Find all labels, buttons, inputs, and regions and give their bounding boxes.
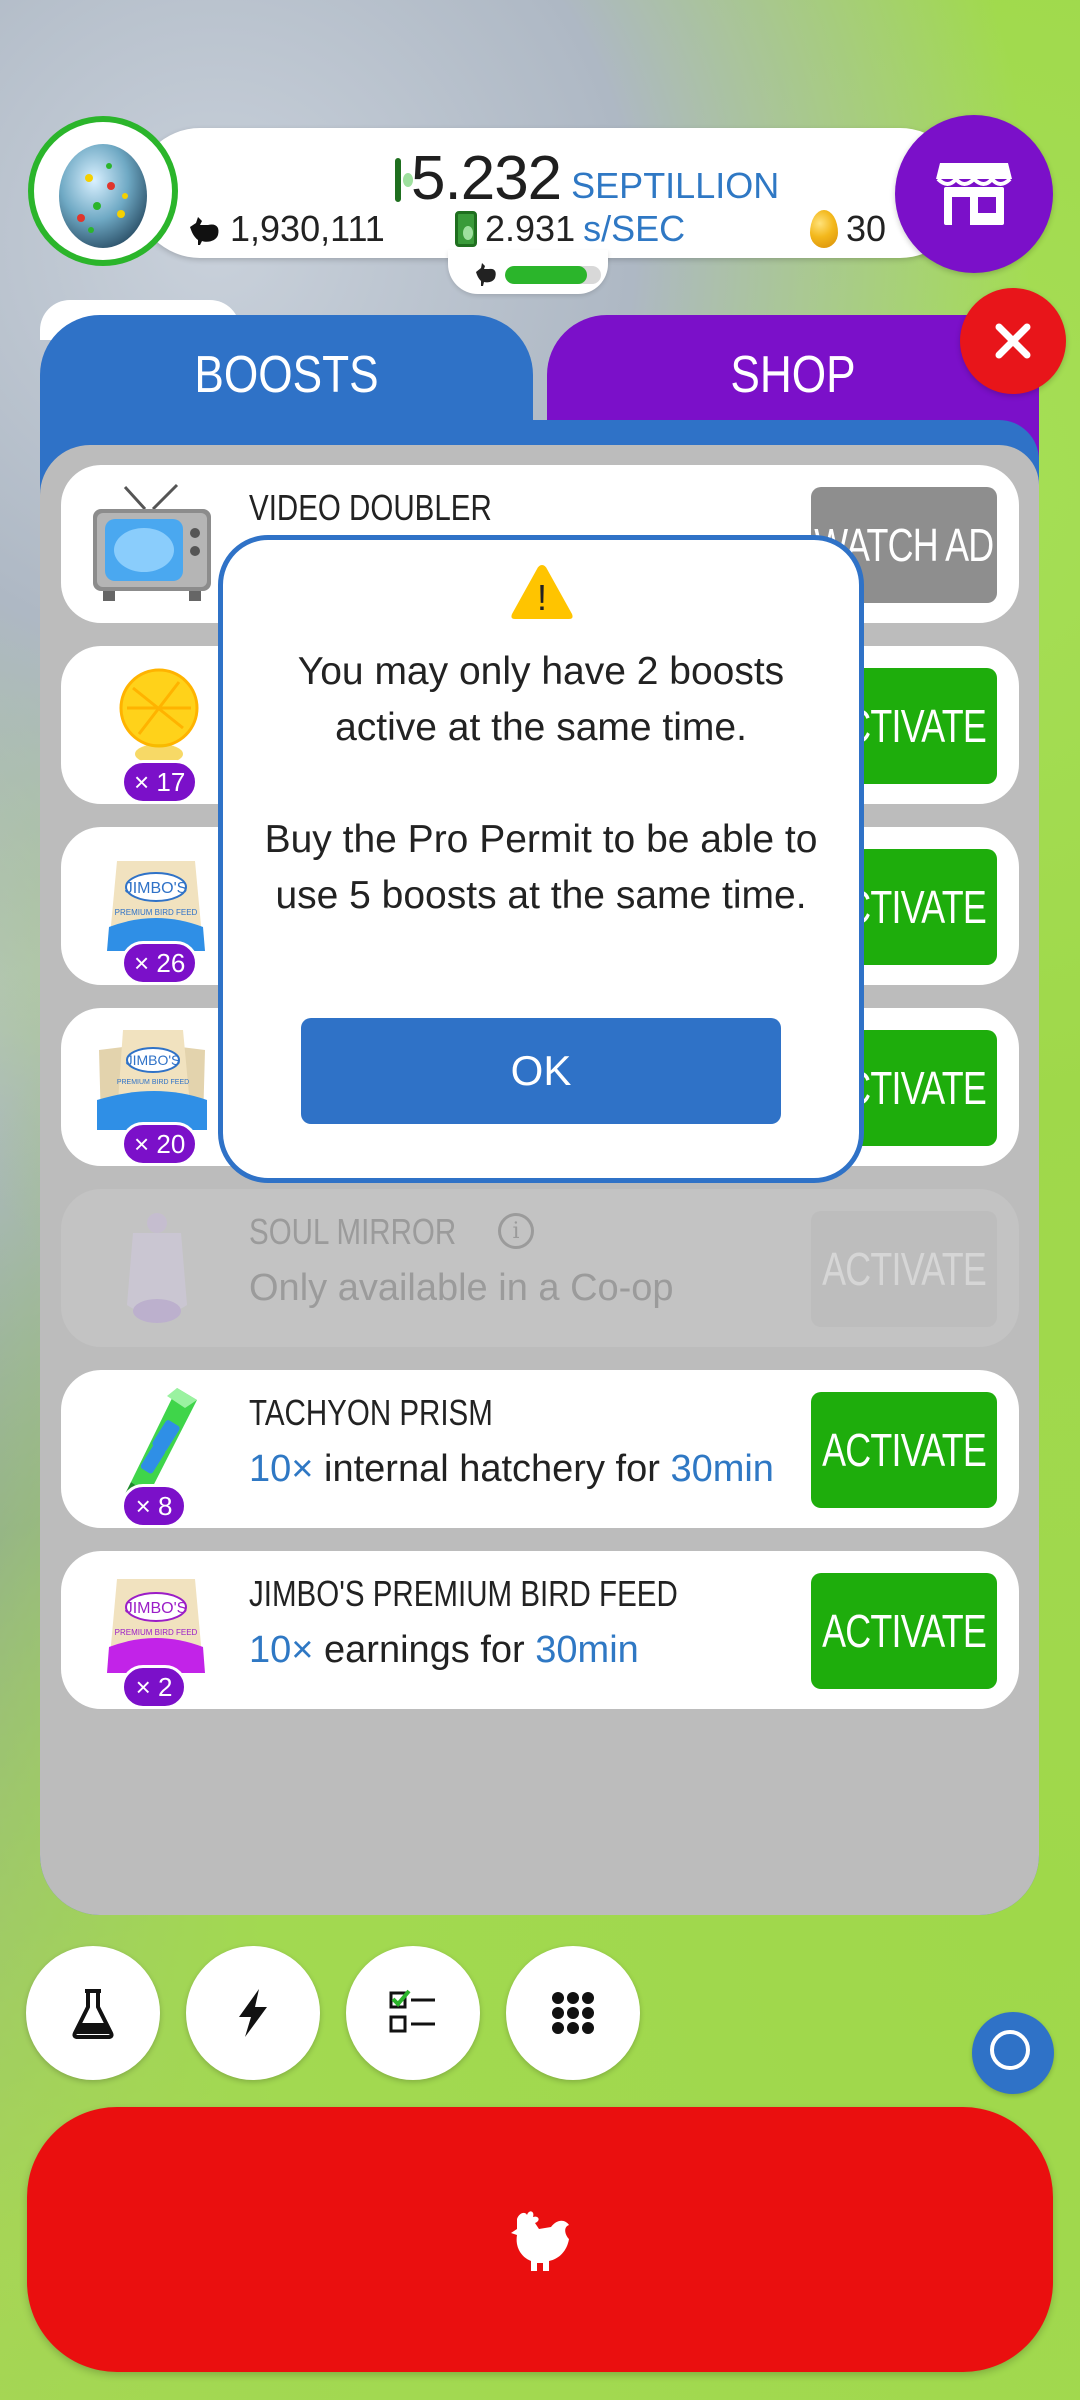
boost-effect-text: internal hatchery for xyxy=(313,1448,671,1490)
boost-description: 10× earnings for 30min xyxy=(249,1629,639,1672)
rate-unit: s/SEC xyxy=(583,208,686,249)
money-display: 5.232 SEPTILLION xyxy=(395,138,779,213)
chicken-icon xyxy=(511,2211,569,2271)
feed-brand-label: JIMBO'S xyxy=(125,1600,188,1617)
money-unit: SEPTILLION xyxy=(571,165,780,206)
habitat-progress-bar xyxy=(505,266,601,284)
activate-label: ACTIVATE xyxy=(822,1243,987,1295)
game-screen: 5.232 SEPTILLION 1,930,111 2.931 s/SEC 3… xyxy=(0,0,1080,2400)
boost-title: TACHYON PRISM xyxy=(249,1392,493,1433)
boost-count-badge: × 8 xyxy=(121,1484,187,1528)
shop-button[interactable] xyxy=(895,115,1053,273)
soul-mirror-icon xyxy=(127,1213,187,1323)
menu-grid-button[interactable] xyxy=(506,1946,640,2080)
boost-count-badge: × 26 xyxy=(121,941,199,985)
activate-button[interactable]: ACTIVATE xyxy=(811,1392,997,1508)
money-value: 5.232 xyxy=(411,144,562,213)
tab-shop-label: SHOP xyxy=(730,346,856,404)
boost-row-jimbos-premium-bird-feed: JIMBO'S PREMIUM BIRD FEED × 2 JIMBO'S PR… xyxy=(61,1551,1019,1709)
boost-count-badge: × 20 xyxy=(121,1122,199,1166)
ok-button[interactable]: OK xyxy=(301,1018,781,1124)
activate-label: ACTIVATE xyxy=(822,1605,987,1657)
boost-description: Only available in a Co-op xyxy=(249,1267,674,1309)
chicken-count: 1,930,111 xyxy=(230,208,385,249)
research-button[interactable] xyxy=(26,1946,160,2080)
boost-count-badge: × 17 xyxy=(121,760,199,804)
habitat-progress-fill xyxy=(505,266,587,284)
tab-boosts-label: BOOSTS xyxy=(194,346,379,404)
rate-value: 2.931 xyxy=(485,208,576,249)
golden-egg-count: 30 xyxy=(846,208,887,249)
feed-sub-label: PREMIUM BIRD FEED xyxy=(115,908,198,917)
boost-row-tachyon-prism: × 8 TACHYON PRISM 10× internal hatchery … xyxy=(61,1370,1019,1528)
boost-count-badge: × 2 xyxy=(121,1665,187,1709)
chicken-silhouette-icon xyxy=(190,217,219,245)
boost-title: VIDEO DOUBLER xyxy=(249,487,492,528)
info-icon[interactable]: i xyxy=(498,1213,534,1249)
feed-sub-label: PREMIUM BIRD FEED xyxy=(117,1079,189,1086)
boost-duration: 30min xyxy=(670,1448,774,1490)
store-icon xyxy=(936,163,1012,225)
boost-multiplier: 10× xyxy=(249,1448,314,1490)
boost-effect-text: earnings for xyxy=(313,1629,536,1671)
close-icon xyxy=(995,323,1031,359)
earning-rate-display: 2.931 s/SEC xyxy=(455,204,685,254)
close-button[interactable] xyxy=(960,288,1066,394)
activate-label: ACTIVATE xyxy=(822,1424,987,1476)
feed-sub-label: PREMIUM BIRD FEED xyxy=(115,1628,198,1637)
dialog-upsell-message: Buy the Pro Permit to be able to use 5 b… xyxy=(264,818,818,917)
cash-icon xyxy=(455,211,477,247)
dialog-message: You may only have 2 boosts active at the… xyxy=(297,650,785,749)
golden-egg-display[interactable]: 30 xyxy=(810,204,886,254)
feed-brand-label: JIMBO'S xyxy=(126,1052,181,1068)
tab-boosts[interactable]: BOOSTS xyxy=(40,315,533,445)
feed-brand-label: JIMBO'S xyxy=(125,880,188,897)
chicken-silhouette-icon xyxy=(476,263,496,286)
lightning-icon xyxy=(239,1989,267,2037)
chicken-count-display: 1,930,111 xyxy=(186,204,385,254)
golden-egg-icon xyxy=(810,210,838,248)
warning-icon: ! xyxy=(511,565,573,619)
boost-limit-dialog: ! You may only have 2 boosts active at t… xyxy=(218,535,864,1183)
boosts-menu-button[interactable] xyxy=(186,1946,320,2080)
hatch-chicken-button[interactable] xyxy=(27,2107,1053,2372)
grid-icon xyxy=(552,1992,594,2034)
egg-icon xyxy=(59,144,147,248)
egg-avatar[interactable] xyxy=(28,116,178,266)
flask-icon xyxy=(72,1989,114,2039)
checklist-icon xyxy=(389,1989,435,2033)
overlay-toggle-button[interactable] xyxy=(972,2012,1054,2094)
cash-icon xyxy=(395,158,413,202)
boost-title: JIMBO'S PREMIUM BIRD FEED xyxy=(249,1573,678,1614)
boost-description: 10× internal hatchery for 30min xyxy=(249,1448,774,1491)
tv-icon xyxy=(93,483,211,601)
boost-multiplier: 10× xyxy=(249,1629,314,1671)
warning-glyph: ! xyxy=(537,577,547,618)
ok-label: OK xyxy=(510,1047,572,1094)
boost-row-soul-mirror: SOUL MIRROR i Only available in a Co-op … xyxy=(61,1189,1019,1347)
missions-button[interactable] xyxy=(346,1946,480,2080)
boost-duration: 30min xyxy=(535,1629,639,1671)
boost-title: SOUL MIRROR xyxy=(249,1211,457,1252)
activate-button[interactable]: ACTIVATE xyxy=(811,1573,997,1689)
activate-button: ACTIVATE xyxy=(811,1211,997,1327)
